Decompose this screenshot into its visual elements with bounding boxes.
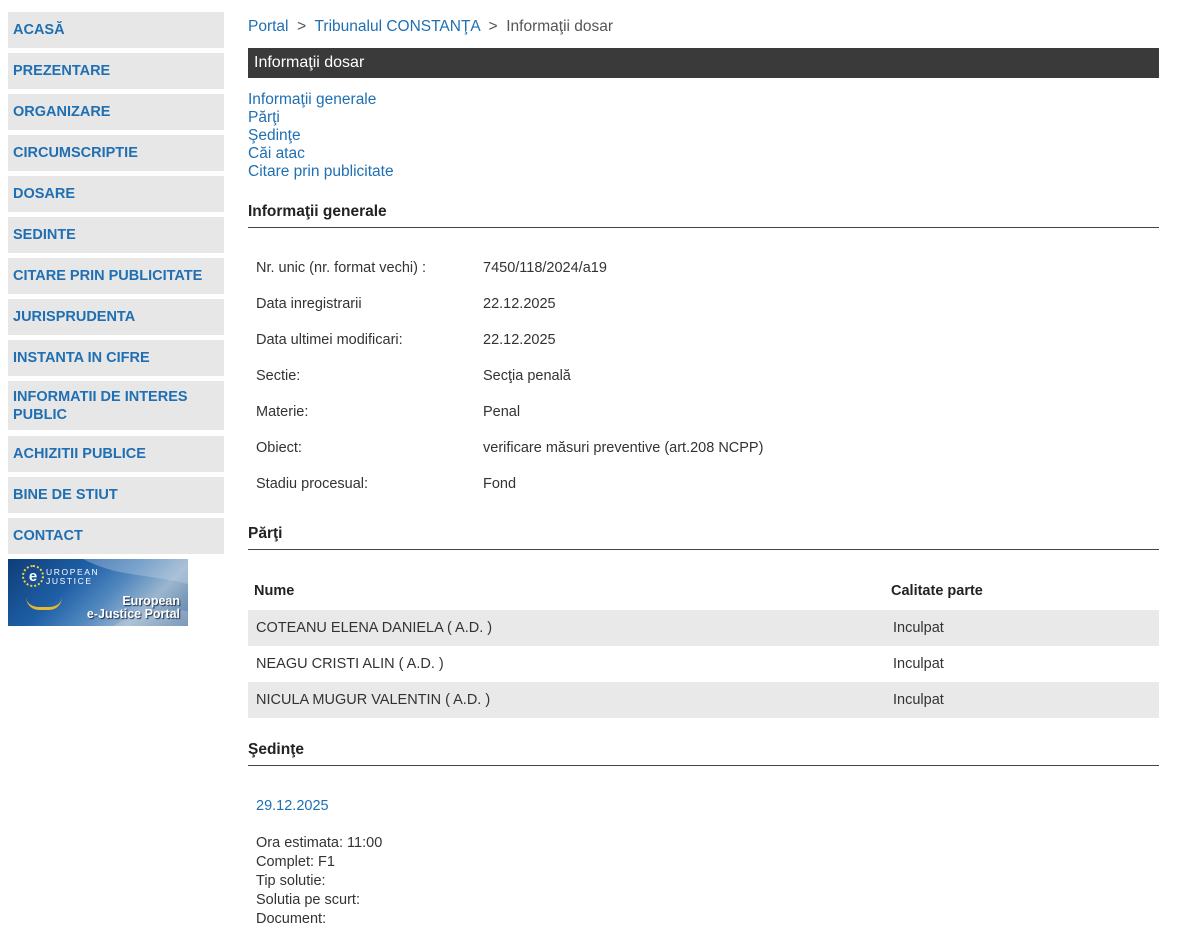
- sidebar-item-instanta-in-cifre[interactable]: INSTANTA IN CIFRE: [8, 340, 224, 376]
- info-row: Data ultimei modificari: 22.12.2025: [256, 332, 763, 368]
- sidebar-item-organizare[interactable]: ORGANIZARE: [8, 94, 224, 130]
- ejustice-logo-text: UROPEAN JUSTICE: [46, 568, 99, 586]
- party-name: NEAGU CRISTI ALIN ( A.D. ): [256, 656, 444, 672]
- hearing-detail-line: Complet: F1: [256, 854, 335, 870]
- logo-text-line2: JUSTICE: [46, 576, 93, 586]
- party-name: COTEANU ELENA DANIELA ( A.D. ): [256, 620, 493, 636]
- info-row: Materie: Penal: [256, 404, 763, 440]
- sidebar-item-dosare[interactable]: DOSARE: [8, 176, 224, 212]
- info-label: Nr. unic (nr. format vechi) :: [256, 260, 427, 276]
- link-informatii-generale[interactable]: Informaţii generale: [248, 91, 394, 109]
- sidebar-item-contact[interactable]: CONTACT: [8, 518, 224, 554]
- info-row: Obiect: verificare măsuri preventive (ar…: [256, 440, 763, 476]
- table-row: NICULA MUGUR VALENTIN ( A.D. ) Inculpat: [248, 682, 1159, 718]
- hearing-detail-line: Document:: [256, 911, 327, 927]
- banner-title: European e-Justice Portal: [87, 595, 180, 621]
- breadcrumb: Portal > Tribunalul CONSTANŢA > Informaţ…: [248, 18, 613, 36]
- info-row: Sectie: Secţia penală: [256, 368, 763, 404]
- sidebar-item-circumscriptie[interactable]: CIRCUMSCRIPTIE: [8, 135, 224, 171]
- hearing-detail-line: Tip solutie:: [256, 873, 326, 889]
- column-header-calitate-parte: Calitate parte: [891, 583, 983, 599]
- table-row: COTEANU ELENA DANIELA ( A.D. ) Inculpat: [248, 610, 1159, 646]
- info-row: Nr. unic (nr. format vechi) : 7450/118/2…: [256, 260, 763, 296]
- ejustice-logo-icon: e: [22, 565, 44, 587]
- section-heading-informatii-generale: Informaţii generale: [248, 203, 1159, 228]
- table-row: NEAGU CRISTI ALIN ( A.D. ) Inculpat: [248, 646, 1159, 682]
- breadcrumb-current: Informaţii dosar: [506, 18, 614, 35]
- parti-table: Nume Calitate parte COTEANU ELENA DANIEL…: [248, 572, 1159, 718]
- sidebar-nav: ACASĂ PREZENTARE ORGANIZARE CIRCUMSCRIPT…: [8, 12, 224, 559]
- info-label: Data ultimei modificari:: [256, 332, 403, 348]
- banner-title-line2: e-Justice Portal: [86, 607, 180, 621]
- section-heading-parti: Părţi: [248, 525, 1159, 550]
- section-heading-sedinte: Şedinţe: [248, 741, 1159, 766]
- sidebar-item-citare-prin-publicitate[interactable]: CITARE PRIN PUBLICITATE: [8, 258, 224, 294]
- breadcrumb-court-link[interactable]: Tribunalul CONSTANŢA: [315, 18, 480, 35]
- sidebar-item-prezentare[interactable]: PREZENTARE: [8, 53, 224, 89]
- info-value: 22.12.2025: [483, 332, 556, 348]
- breadcrumb-separator: >: [488, 18, 498, 35]
- parti-table-header: Nume Calitate parte: [248, 572, 1159, 610]
- section-links: Informaţii generale Părţi Şedinţe Căi at…: [248, 91, 394, 181]
- ejustice-portal-banner[interactable]: e UROPEAN JUSTICE European e-Justice Por…: [8, 559, 188, 626]
- info-label: Materie:: [256, 404, 309, 420]
- sidebar-item-achizitii-publice[interactable]: ACHIZITII PUBLICE: [8, 436, 224, 472]
- party-name: NICULA MUGUR VALENTIN ( A.D. ): [256, 692, 491, 708]
- link-sedinte[interactable]: Şedinţe: [248, 127, 394, 145]
- party-role: Inculpat: [893, 620, 944, 636]
- info-row: Data inregistrarii 22.12.2025: [256, 296, 763, 332]
- info-value: verificare măsuri preventive (art.208 NC…: [483, 440, 764, 456]
- info-value: Fond: [483, 476, 517, 492]
- info-label: Sectie:: [256, 368, 301, 384]
- breadcrumb-separator: >: [297, 18, 307, 35]
- sidebar-item-acasa[interactable]: ACASĂ: [8, 12, 224, 48]
- info-row: Stadiu procesual: Fond: [256, 476, 763, 512]
- hearing-detail-line: Ora estimata: 11:00: [256, 835, 383, 851]
- column-header-nume: Nume: [254, 583, 295, 599]
- link-parti[interactable]: Părţi: [248, 109, 394, 127]
- hearing-detail-line: Solutia pe scurt:: [256, 892, 360, 908]
- hearing-date: 29.12.2025: [256, 798, 329, 814]
- info-label: Data inregistrarii: [256, 296, 362, 312]
- link-cai-atac[interactable]: Căi atac: [248, 145, 394, 163]
- info-value: 7450/118/2024/a19: [483, 260, 607, 276]
- sidebar-item-sedinte[interactable]: SEDINTE: [8, 217, 224, 253]
- hearing-details: Ora estimata: 11:00 Complet: F1 Tip solu…: [256, 834, 382, 929]
- info-value: 22.12.2025: [483, 296, 556, 312]
- info-label: Stadiu procesual:: [256, 476, 369, 492]
- general-info-table: Nr. unic (nr. format vechi) : 7450/118/2…: [256, 260, 763, 512]
- sidebar-item-jurisprudenta[interactable]: JURISPRUDENTA: [8, 299, 224, 335]
- sidebar-item-bine-de-stiut[interactable]: BINE DE STIUT: [8, 477, 224, 513]
- info-value: Penal: [483, 404, 521, 420]
- party-role: Inculpat: [893, 656, 944, 672]
- link-citare-prin-publicitate[interactable]: Citare prin publicitate: [248, 163, 394, 181]
- info-value: Secţia penală: [483, 368, 571, 384]
- page-title: Informaţii dosar: [248, 48, 1159, 78]
- breadcrumb-portal-link[interactable]: Portal: [248, 18, 289, 35]
- info-label: Obiect:: [256, 440, 302, 456]
- party-role: Inculpat: [893, 692, 944, 708]
- sidebar-item-informatii-interes-public[interactable]: INFORMATII DE INTERES PUBLIC: [8, 381, 224, 430]
